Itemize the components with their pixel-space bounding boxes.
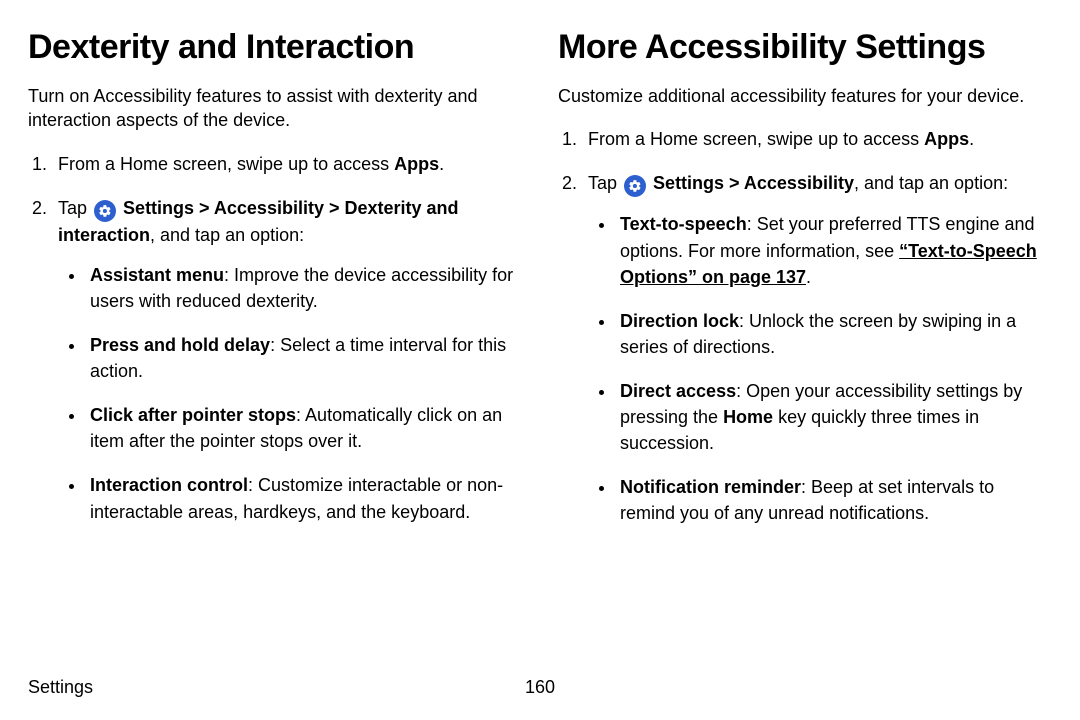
page-footer: Settings 160 xyxy=(28,677,1052,698)
bold: Direction lock xyxy=(620,311,739,331)
text: Tap xyxy=(588,173,622,193)
right-step-2: Tap Settings > Accessibility, and tap an… xyxy=(582,170,1052,526)
apps-bold: Apps xyxy=(924,129,969,149)
bullet-direct-access: Direct access: Open your accessibility s… xyxy=(616,378,1052,456)
bold: Text-to-speech xyxy=(620,214,747,234)
bold: Press and hold delay xyxy=(90,335,270,355)
bullet-assistant-menu: Assistant menu: Improve the device acces… xyxy=(86,262,522,314)
text: From a Home screen, swipe up to access xyxy=(58,154,394,174)
text: , and tap an option: xyxy=(150,225,304,245)
page-columns: Dexterity and Interaction Turn on Access… xyxy=(28,28,1052,544)
left-step-1: From a Home screen, swipe up to access A… xyxy=(52,151,522,177)
text: . xyxy=(806,267,811,287)
bullet-notification-reminder: Notification reminder: Beep at set inter… xyxy=(616,474,1052,526)
steps-right: From a Home screen, swipe up to access A… xyxy=(558,126,1052,526)
bold: Click after pointer stops xyxy=(90,405,296,425)
left-column: Dexterity and Interaction Turn on Access… xyxy=(28,28,522,544)
left-bullets: Assistant menu: Improve the device acces… xyxy=(58,262,522,525)
gear-icon xyxy=(624,175,646,197)
apps-bold: Apps xyxy=(394,154,439,174)
right-column: More Accessibility Settings Customize ad… xyxy=(558,28,1052,544)
left-step-2: Tap Settings > Accessibility > Dexterity… xyxy=(52,195,522,525)
text: , and tap an option: xyxy=(854,173,1008,193)
footer-section: Settings xyxy=(28,677,93,698)
bullet-click-after-pointer: Click after pointer stops: Automatically… xyxy=(86,402,522,454)
text: Tap xyxy=(58,198,92,218)
bullet-press-hold-delay: Press and hold delay: Select a time inte… xyxy=(86,332,522,384)
bold: Assistant menu xyxy=(90,265,224,285)
footer-page-number: 160 xyxy=(525,677,555,698)
home-bold: Home xyxy=(723,407,773,427)
bullet-text-to-speech: Text-to-speech: Set your preferred TTS e… xyxy=(616,211,1052,289)
gear-icon xyxy=(94,200,116,222)
bold: Interaction control xyxy=(90,475,248,495)
right-step-1: From a Home screen, swipe up to access A… xyxy=(582,126,1052,152)
settings-path-bold: Settings > Accessibility xyxy=(653,173,854,193)
bold: Direct access xyxy=(620,381,736,401)
intro-more-accessibility: Customize additional accessibility featu… xyxy=(558,84,1052,108)
heading-dexterity: Dexterity and Interaction xyxy=(28,28,522,66)
heading-more-accessibility: More Accessibility Settings xyxy=(558,28,1052,66)
right-bullets: Text-to-speech: Set your preferred TTS e… xyxy=(588,211,1052,526)
bullet-interaction-control: Interaction control: Customize interacta… xyxy=(86,472,522,524)
bold: Notification reminder xyxy=(620,477,801,497)
bullet-direction-lock: Direction lock: Unlock the screen by swi… xyxy=(616,308,1052,360)
intro-dexterity: Turn on Accessibility features to assist… xyxy=(28,84,522,133)
text: . xyxy=(439,154,444,174)
text: From a Home screen, swipe up to access xyxy=(588,129,924,149)
text: . xyxy=(969,129,974,149)
steps-left: From a Home screen, swipe up to access A… xyxy=(28,151,522,525)
